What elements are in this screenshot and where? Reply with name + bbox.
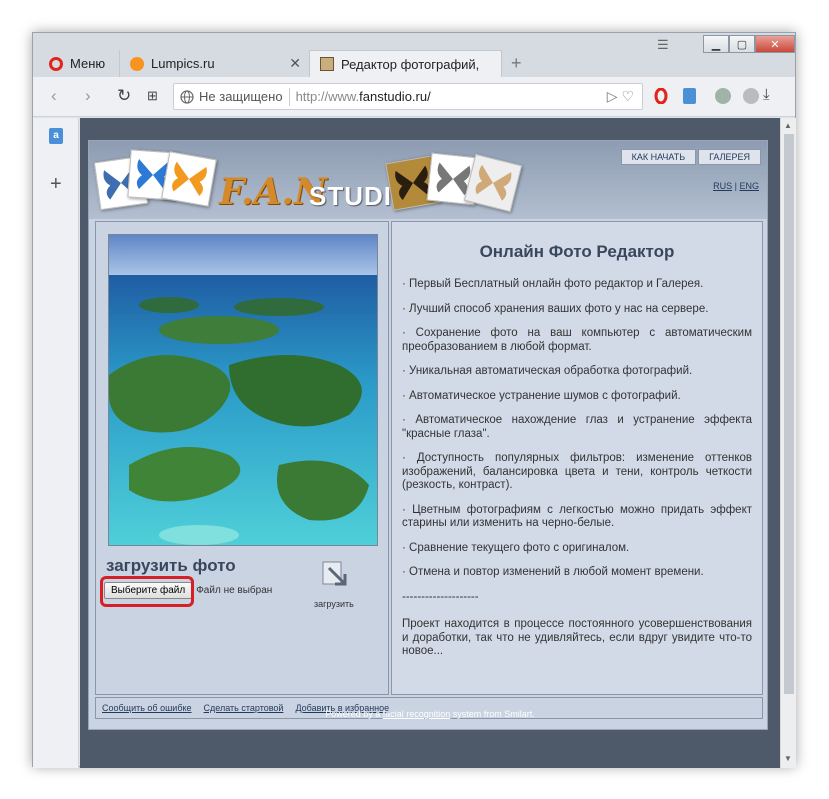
list-item: · Сравнение текущего фото с оригиналом.	[402, 541, 630, 554]
highlight-box	[100, 576, 194, 607]
sidebar: a +	[33, 118, 79, 768]
tab-label: Lumpics.ru	[151, 56, 215, 71]
vertical-scrollbar[interactable]: ▲ ▼	[780, 118, 796, 768]
list-item: · Доступность популярных фильтров: измен…	[402, 452, 752, 491]
heart-icon[interactable]: ♡	[621, 88, 634, 104]
scrollbar-thumb[interactable]	[784, 134, 794, 694]
window-controls: ▁ ▢ ✕	[703, 35, 795, 53]
upload-title: загрузить фото	[106, 556, 236, 575]
upload-link[interactable]: загрузить	[314, 599, 354, 609]
lang-rus-link[interactable]: RUS	[713, 181, 732, 191]
list-item: · Сохранение фото на ваш компьютер с авт…	[402, 327, 752, 353]
browser-window: Меню Lumpics.ru ✕ Редактор фотографий, о…	[32, 32, 796, 768]
scroll-up-icon[interactable]: ▲	[784, 121, 792, 130]
url-prefix: http://www.	[295, 89, 360, 104]
tab-lumpics[interactable]: Lumpics.ru ✕	[119, 50, 309, 77]
lang-separator: |	[734, 181, 737, 191]
add-sidebar-item-icon[interactable]: +	[50, 173, 62, 196]
nav-gallery[interactable]: ГАЛЕРЕЯ	[698, 149, 761, 165]
tab-fanstudio[interactable]: Редактор фотографий, об	[309, 50, 502, 77]
features-list: · Первый Бесплатный онлайн фото редактор…	[402, 278, 752, 659]
list-item: · Отмена и повтор изменений в любой моме…	[402, 566, 704, 578]
address-bar[interactable]: Не защищено http://www. fanstudio.ru/ ▷ ♡	[173, 83, 643, 110]
url-actions: ▷ ♡	[607, 88, 634, 105]
upload-panel: загрузить фото Выберите файл Файл не выб…	[95, 221, 389, 695]
maximize-button[interactable]: ▢	[729, 35, 755, 53]
url-domain: fanstudio.ru/	[359, 89, 431, 104]
site-nav: КАК НАЧАТЬ ГАЛЕРЕЯ	[619, 149, 761, 165]
panel-title: Онлайн Фото Редактор	[479, 242, 675, 261]
description-panel: Онлайн Фото Редактор · Первый Бесплатный…	[391, 221, 763, 695]
butterfly-photo-icon	[161, 151, 217, 207]
url-separator	[288, 87, 290, 106]
fanstudio-site: F.A.N STUDIO КАК НАЧАТЬ ГАЛЕРЕЯ RUS | EN…	[88, 140, 768, 730]
closing-text: Проект находится в процессе постоянного …	[402, 618, 752, 657]
separator-line: --------------------	[402, 590, 479, 603]
security-label: Не защищено	[199, 89, 283, 104]
site-header: F.A.N STUDIO КАК НАЧАТЬ ГАЛЕРЕЯ RUS | EN…	[89, 141, 767, 219]
island-photo	[108, 234, 378, 546]
forward-icon[interactable]: ›	[85, 86, 91, 106]
lang-eng-link[interactable]: ENG	[739, 181, 759, 191]
powered-text: Powered by a	[325, 709, 383, 719]
speed-dial-icon[interactable]: ⊞	[147, 88, 158, 104]
new-tab-button[interactable]: +	[511, 53, 522, 74]
list-item: · Уникальная автоматическая обработка фо…	[402, 365, 693, 377]
opera-menu-button[interactable]: Меню	[39, 50, 117, 77]
powered-by: Powered by a facial recognition system f…	[80, 709, 780, 719]
toolbar: ‹ › ↻ ⊞ Не защищено http://www. fanstudio…	[33, 77, 795, 117]
opera-icon[interactable]	[653, 87, 669, 105]
tab-strip: Меню Lumpics.ru ✕ Редактор фотографий, о…	[33, 33, 795, 77]
list-item: · Цветным фотографиям с легкостью можно …	[402, 503, 753, 530]
send-icon[interactable]: ▷	[607, 88, 618, 104]
facial-recognition-link[interactable]: facial recognition	[383, 709, 451, 719]
opera-logo-icon	[49, 56, 63, 71]
fanstudio-favicon-icon	[320, 57, 334, 71]
upload-arrow-icon[interactable]	[321, 560, 349, 588]
translate-icon[interactable]	[683, 88, 696, 104]
language-switch: RUS | ENG	[713, 181, 759, 191]
tab-menu-icon[interactable]: ☰	[657, 37, 669, 53]
reload-icon[interactable]: ↻	[117, 86, 131, 106]
minimize-button[interactable]: ▁	[703, 35, 729, 53]
globe-icon[interactable]	[743, 88, 759, 104]
back-icon[interactable]: ‹	[51, 86, 57, 106]
scroll-down-icon[interactable]: ▼	[784, 754, 792, 763]
web-page: F.A.N STUDIO КАК НАЧАТЬ ГАЛЕРЕЯ RUS | EN…	[80, 118, 780, 768]
butterfly-photo-icon	[463, 153, 523, 213]
lumpics-favicon-icon	[130, 56, 144, 71]
list-item: · Автоматическое нахождение глаз и устра…	[402, 414, 753, 440]
list-item: · Автоматическое устранение шумов с фото…	[402, 389, 681, 402]
powered-text-end: system from Smilart.	[450, 709, 535, 719]
tab-label: Редактор фотографий, об	[341, 56, 481, 72]
translate-sidebar-icon[interactable]: a	[49, 128, 63, 144]
close-window-button[interactable]: ✕	[755, 35, 795, 53]
list-item: · Первый Бесплатный онлайн фото редактор…	[402, 278, 704, 290]
file-status-text: Файл не выбран	[196, 585, 273, 596]
menu-label: Меню	[70, 56, 106, 71]
list-item: · Лучший способ хранения ваших фото у на…	[402, 302, 709, 315]
security-indicator[interactable]: Не защищено	[180, 89, 283, 104]
globe-icon	[180, 89, 194, 104]
nav-how-to-start[interactable]: КАК НАЧАТЬ	[620, 149, 697, 165]
close-tab-icon[interactable]: ✕	[289, 55, 301, 72]
download-icon[interactable]: ⤓	[763, 86, 770, 103]
vpn-icon[interactable]	[715, 88, 731, 104]
